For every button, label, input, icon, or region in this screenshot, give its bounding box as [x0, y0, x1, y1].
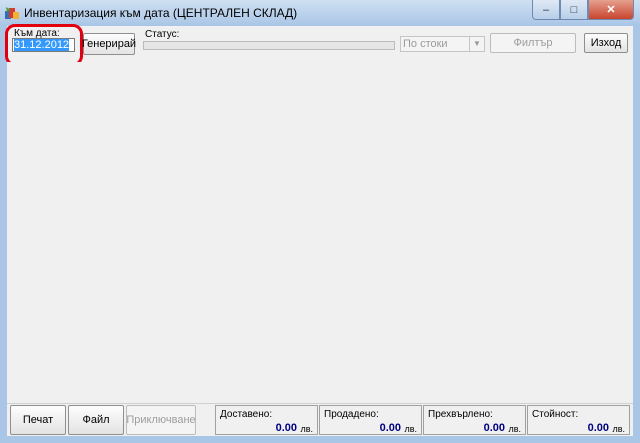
print-button[interactable]: Печат [10, 405, 66, 435]
inventory-grid[interactable] [7, 62, 633, 402]
close-button[interactable]: ✕ [588, 0, 634, 20]
group-by-select[interactable]: По стоки ▼ [400, 36, 485, 52]
app-icon [5, 7, 19, 19]
window-frame-bottom [0, 436, 640, 443]
footer-divider [7, 403, 633, 404]
date-highlight-marker [5, 24, 83, 66]
file-button[interactable]: Файл [68, 405, 124, 435]
status-progress-bar [143, 41, 395, 50]
window-frame-left [0, 26, 7, 443]
total-value: 0.00 [379, 422, 401, 434]
total-delivered: Доставено: 0.00 лв. [215, 405, 318, 435]
window-title: Инвентаризация към дата (ЦЕНТРАЛЕН СКЛАД… [24, 6, 298, 20]
total-value: 0.00 [587, 422, 609, 434]
total-currency: лв. [612, 424, 625, 434]
total-currency: лв. [508, 424, 521, 434]
exit-button[interactable]: Изход [584, 33, 628, 53]
total-value: 0.00 [483, 422, 505, 434]
total-value-box: Стойност: 0.00 лв. [527, 405, 630, 435]
status-label: Статус: [145, 29, 180, 40]
total-currency: лв. [300, 424, 313, 434]
total-label: Прехвърлено: [428, 409, 493, 420]
filter-button[interactable]: Филтър [490, 33, 576, 53]
window-frame-right [633, 26, 640, 443]
total-label: Продадено: [324, 409, 379, 420]
generate-button[interactable]: Генерирай [82, 33, 136, 55]
group-by-value: По стоки [403, 38, 448, 50]
total-value: 0.00 [275, 422, 297, 434]
title-bar[interactable]: Инвентаризация към дата (ЦЕНТРАЛЕН СКЛАД… [0, 0, 640, 26]
finish-button[interactable]: Приключване [126, 405, 196, 435]
chevron-down-icon[interactable]: ▼ [469, 37, 484, 51]
total-sold: Продадено: 0.00 лв. [319, 405, 422, 435]
minimize-button[interactable]: – [532, 0, 560, 20]
total-label: Стойност: [532, 409, 579, 420]
total-transferred: Прехвърлено: 0.00 лв. [423, 405, 526, 435]
total-label: Доставено: [220, 409, 273, 420]
maximize-button[interactable]: □ [560, 0, 588, 20]
total-currency: лв. [404, 424, 417, 434]
